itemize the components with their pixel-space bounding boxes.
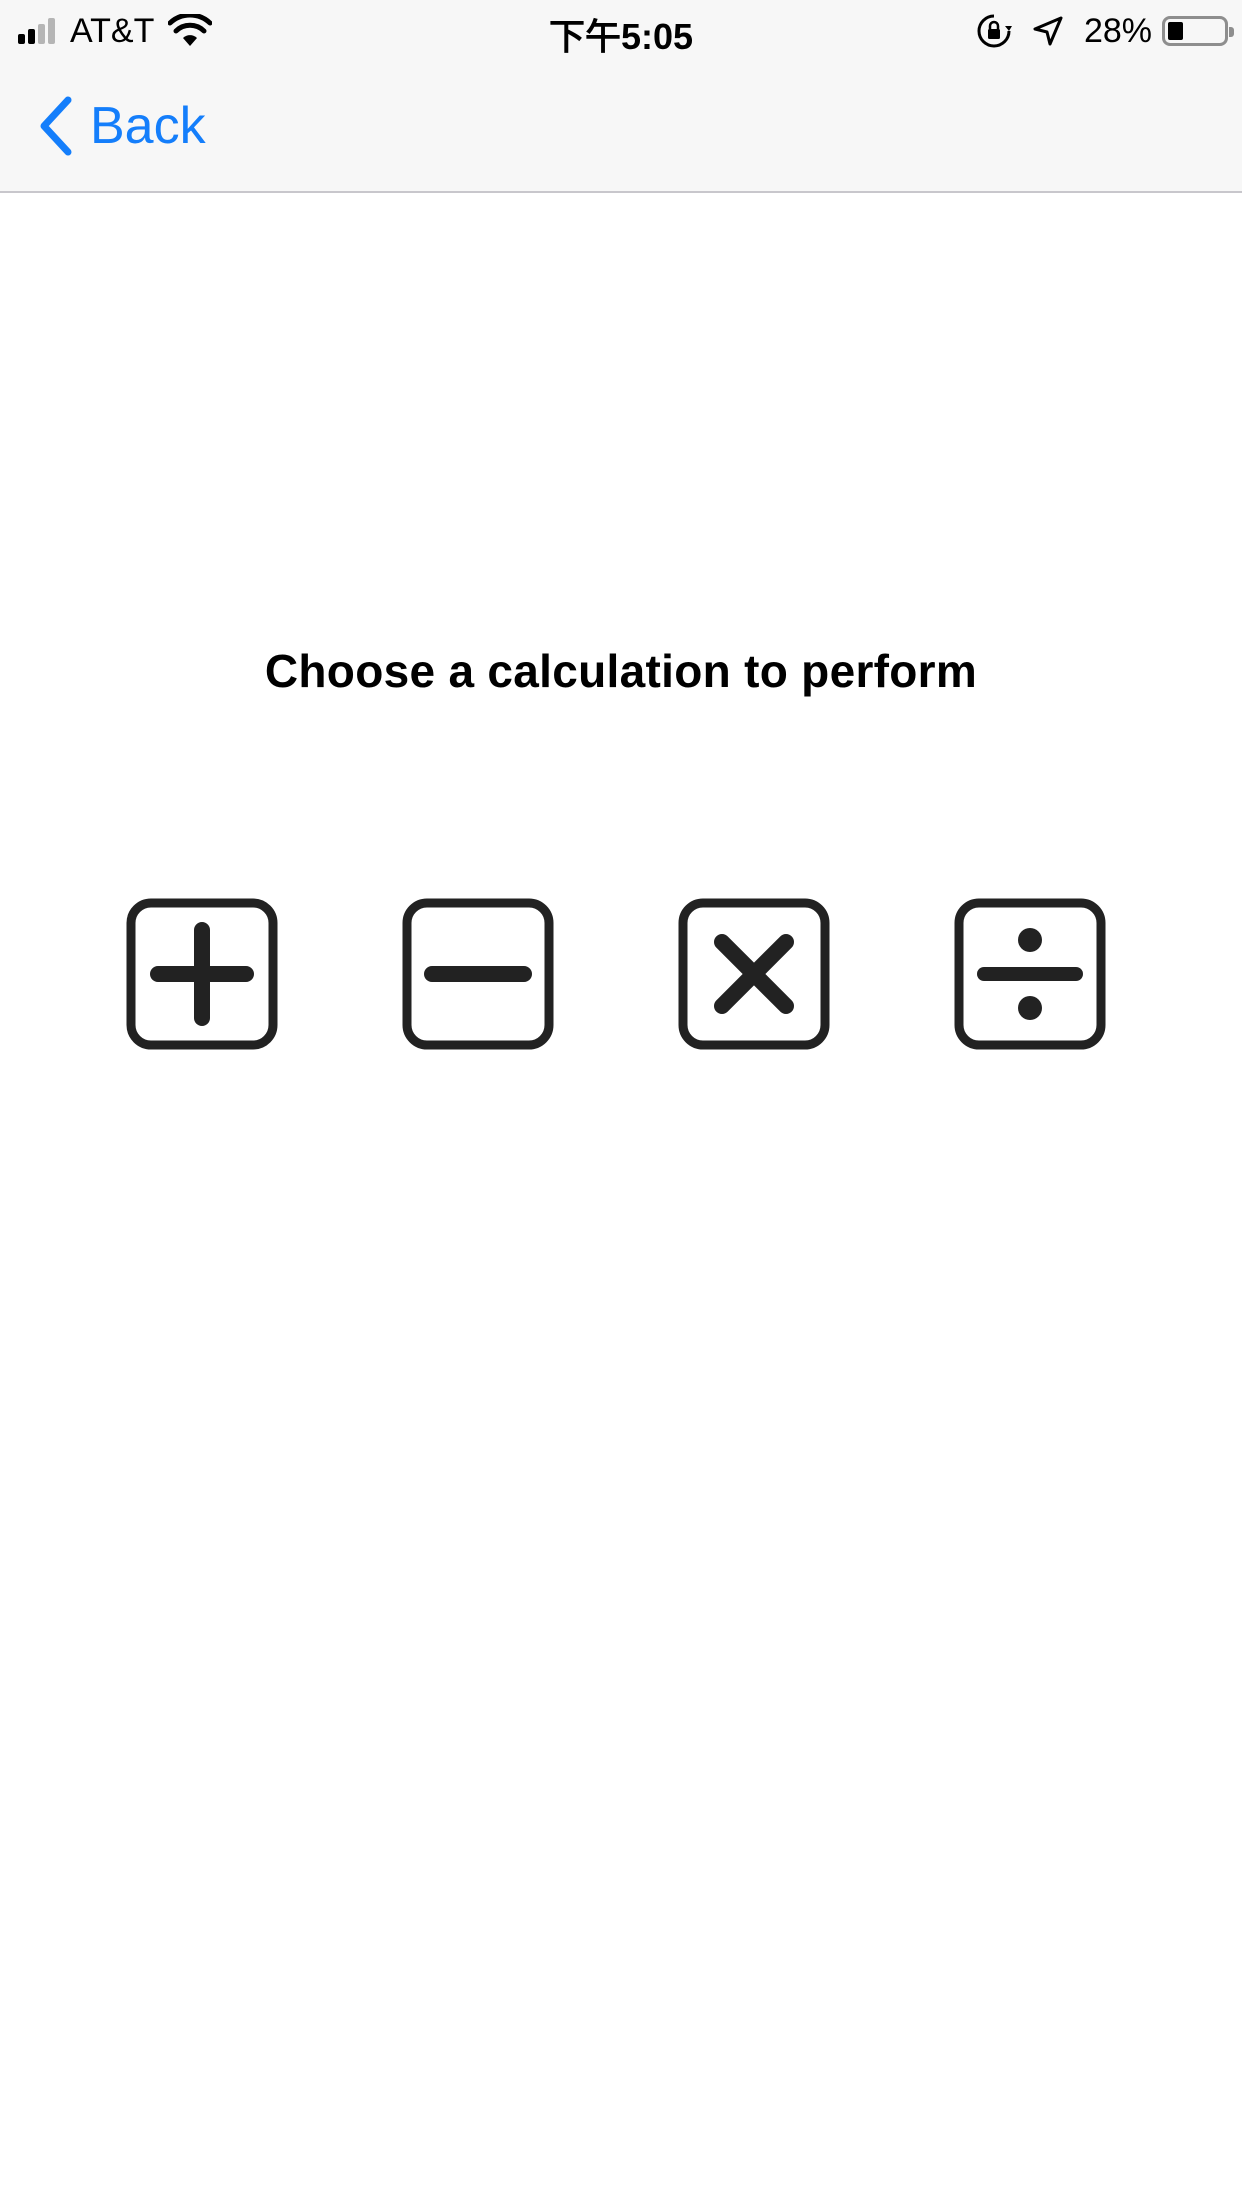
battery-fill bbox=[1168, 22, 1183, 40]
chevron-left-icon bbox=[40, 96, 72, 156]
navigation-bar: Back bbox=[0, 60, 1242, 193]
multiplication-button[interactable] bbox=[678, 898, 830, 1050]
location-icon bbox=[1033, 16, 1063, 46]
plus-icon bbox=[126, 898, 278, 1050]
back-label: Back bbox=[90, 97, 206, 155]
back-button[interactable]: Back bbox=[36, 94, 206, 158]
addition-button[interactable] bbox=[126, 898, 278, 1050]
orientation-lock-icon bbox=[977, 14, 1012, 48]
minus-icon bbox=[402, 898, 554, 1050]
battery-percent: 28% bbox=[1083, 11, 1152, 50]
divide-icon bbox=[954, 898, 1106, 1050]
status-right: 28% bbox=[976, 10, 1234, 52]
subtraction-button[interactable] bbox=[402, 898, 554, 1050]
battery-icon bbox=[1162, 16, 1234, 46]
battery-nub bbox=[1229, 27, 1234, 37]
operation-buttons bbox=[0, 898, 1242, 1050]
multiply-icon bbox=[678, 898, 830, 1050]
status-bar: AT&T 下午5:05 28% bbox=[0, 0, 1242, 60]
page-title: Choose a calculation to perform bbox=[264, 645, 978, 697]
division-button[interactable] bbox=[954, 898, 1106, 1050]
